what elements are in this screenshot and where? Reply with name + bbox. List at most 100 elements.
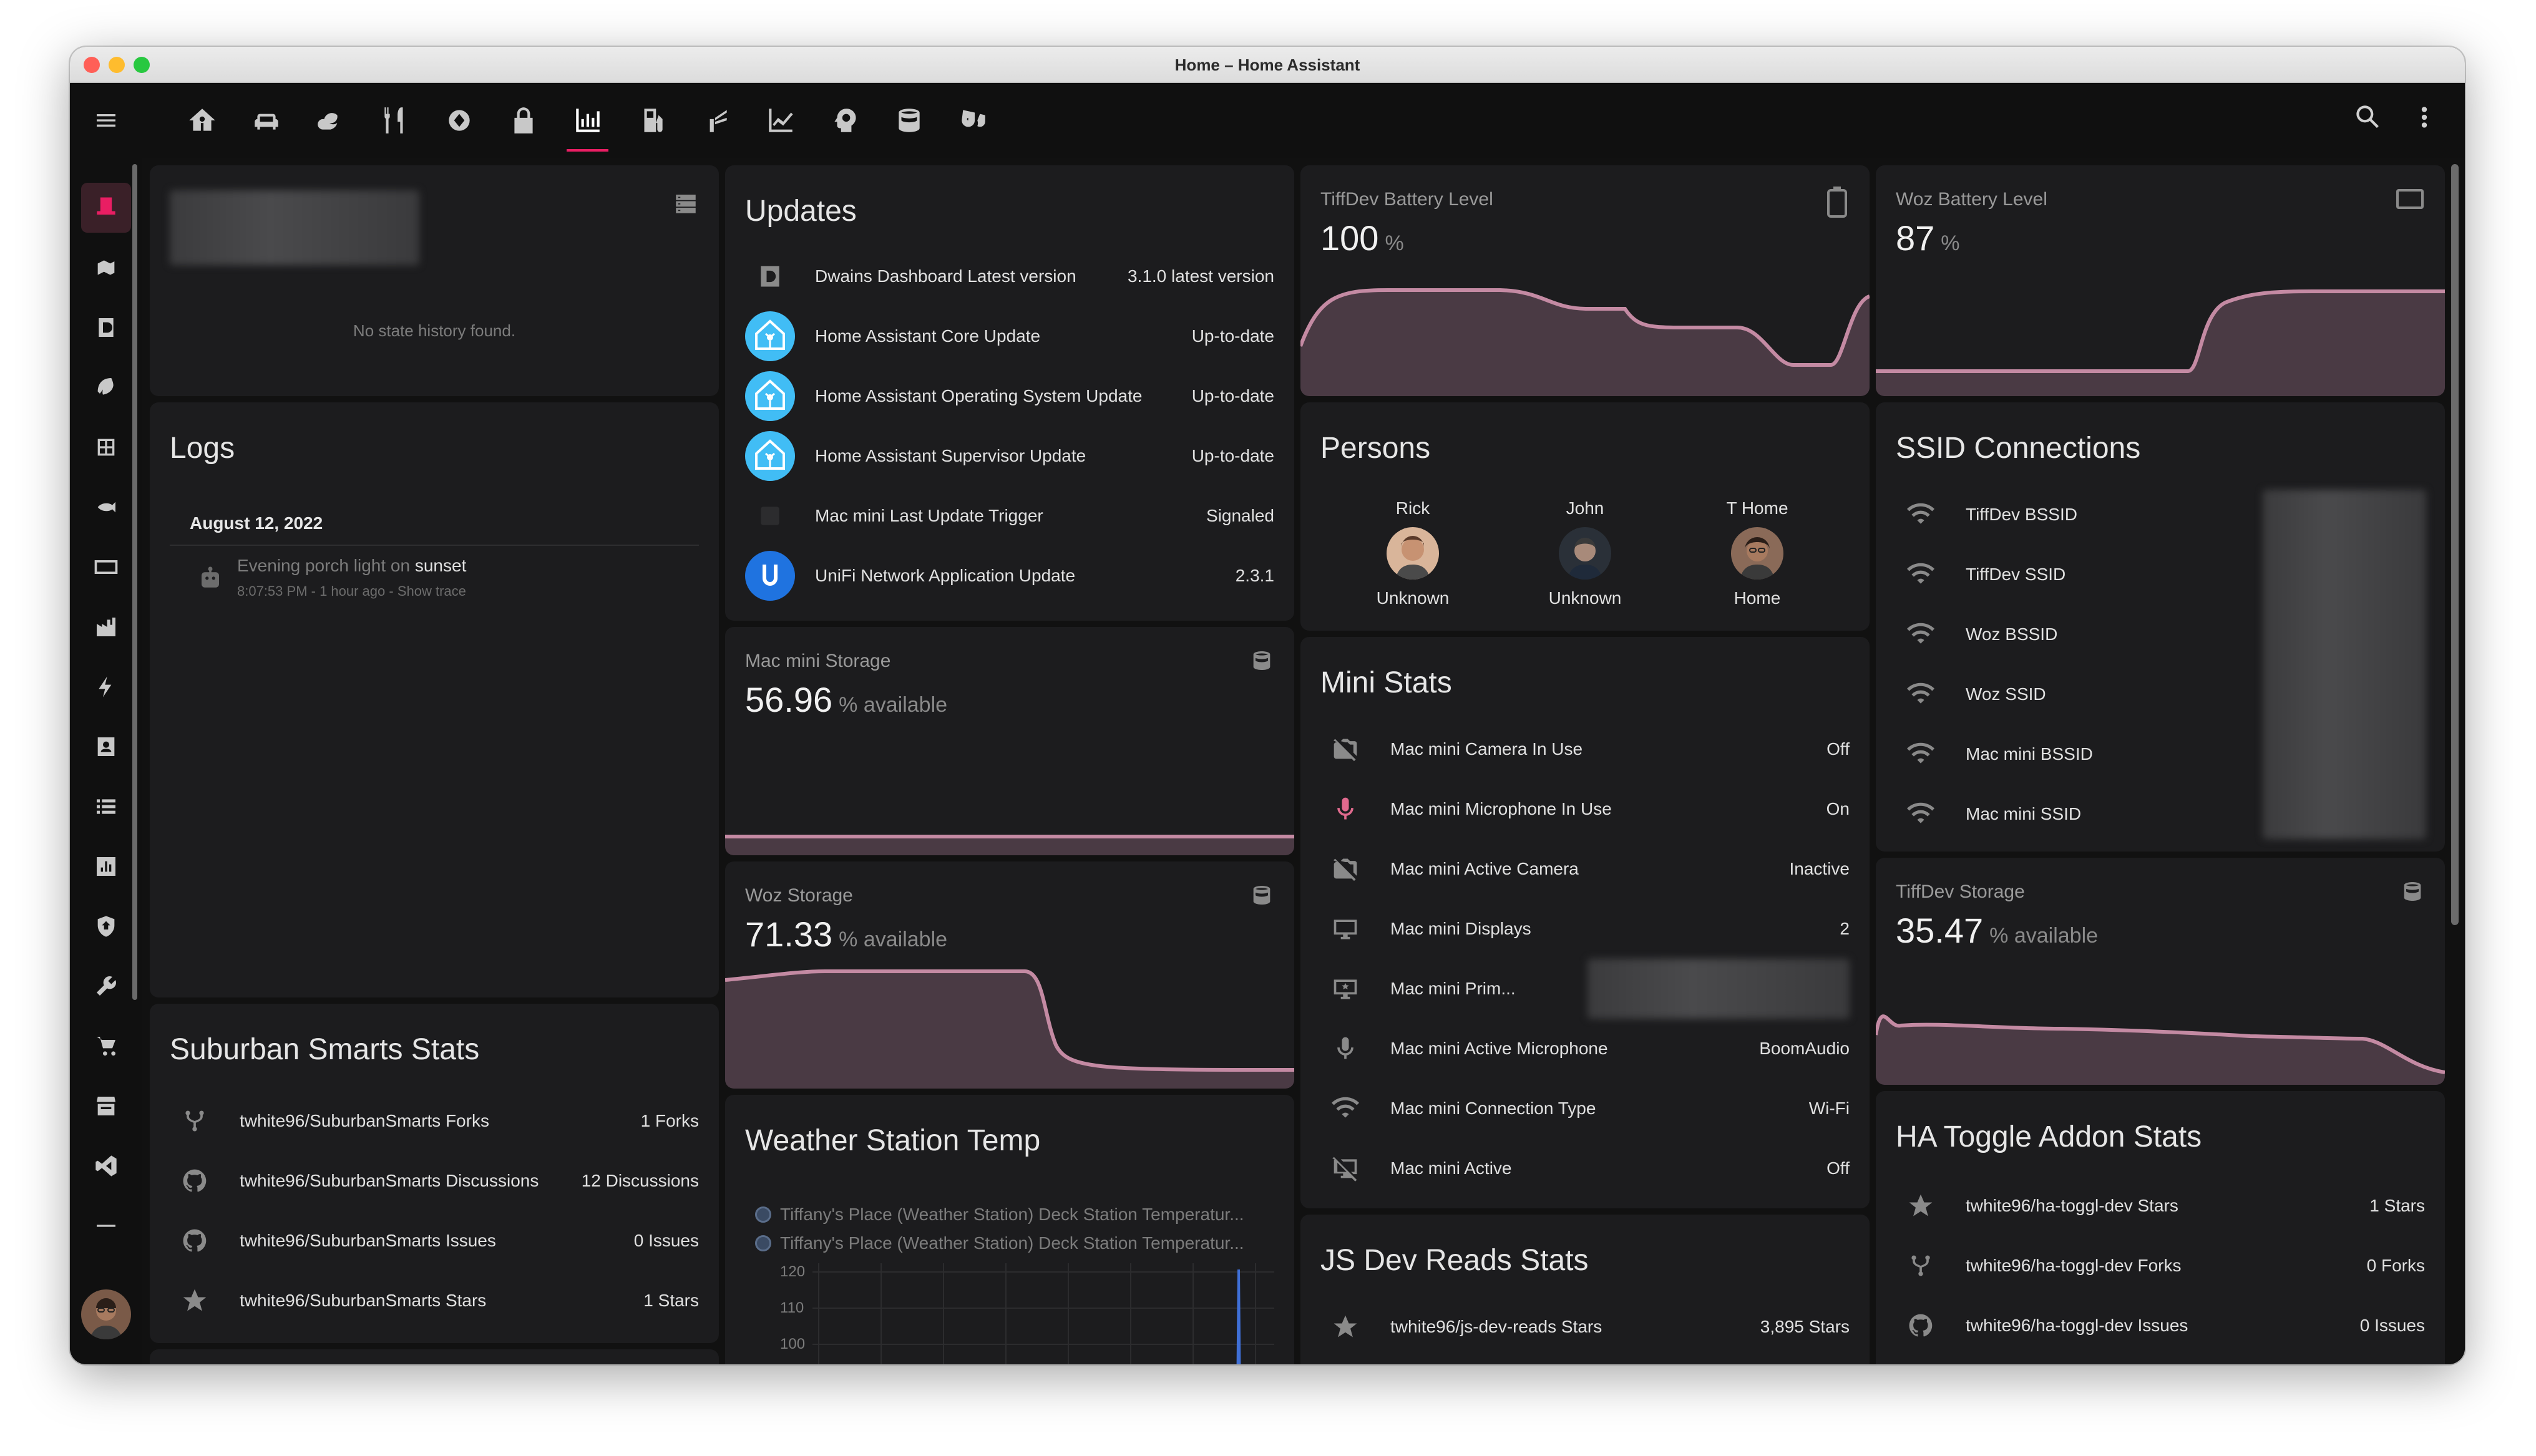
list-item-name: Mac mini SSID [1966,804,2082,823]
updates-title: Updates [745,195,857,228]
mac-storage-card[interactable]: Mac mini Storage 56.96% available [725,627,1294,855]
list-item[interactable]: Home Assistant Supervisor Update Up-to-d… [745,426,1274,486]
top-hat-icon[interactable] [81,183,131,233]
list-item[interactable]: Woz SSID [1896,664,2245,724]
list-item[interactable]: twhite96/SuburbanSmarts Forks 1 Forks [170,1091,699,1151]
menu-icon[interactable] [87,102,125,139]
chart-box-icon[interactable] [81,842,131,891]
list-item[interactable]: Mac mini Active Microphone BoomAudio [1320,1019,1850,1079]
cart-icon[interactable] [81,1021,131,1071]
list-item[interactable]: Mac mini Active Off [1320,1138,1850,1198]
log-entry[interactable]: Evening porch light on sunset [237,556,466,576]
list-item[interactable]: TiffDev BSSID [1896,485,2245,545]
leaf-icon[interactable] [81,362,131,412]
home-account-icon[interactable] [170,83,234,158]
lock-icon[interactable] [491,83,555,158]
database-icon[interactable] [877,83,941,158]
list-item-value: Off [1826,739,1850,759]
list-item-value: Up-to-date [1191,326,1274,346]
hacs-store-icon[interactable] [81,1081,131,1131]
list-item-name: Mac mini Active [1390,1158,1512,1178]
woz-storage-card[interactable]: Woz Storage 71.33 % available [725,861,1294,1089]
main-scrollbar[interactable] [2451,164,2459,925]
list-item[interactable]: Mac mini Prim... [1320,959,1850,1019]
sensor-graph [1876,289,2445,396]
title-bar: Home – Home Assistant [70,47,2465,83]
dashboard-icon[interactable] [81,303,131,352]
head-cog-icon[interactable] [812,83,877,158]
vscode-icon[interactable] [81,1141,131,1191]
list-item[interactable]: Mac mini Active Camera Inactive [1320,839,1850,899]
chart-bar-icon[interactable] [555,83,620,158]
gas-pump-icon[interactable] [620,83,684,158]
map-marker-icon[interactable] [81,243,131,293]
minus-icon[interactable] [81,1201,131,1251]
sensor-number: 71.33 [745,915,833,954]
list-item[interactable]: Woz BSSID [1896,604,2245,664]
contact-card-icon[interactable] [81,722,131,772]
tiffdev-battery-card[interactable]: TiffDev Battery Level 100% [1300,165,1870,396]
github-icon [170,1156,220,1206]
list-item[interactable]: Dwains Dashboard Latest version 3.1.0 la… [745,246,1274,306]
microphone-icon [1320,1024,1370,1074]
sidebar-scrollbar[interactable] [132,164,137,1000]
list-item[interactable]: Mac mini BSSID [1896,724,2245,784]
list-item-name: Mac mini Camera In Use [1390,739,1583,759]
sprinkler-icon[interactable] [684,83,748,158]
list-item-name: TiffDev BSSID [1966,505,2077,524]
window-title: Home – Home Assistant [1174,56,1360,74]
sofa-icon[interactable] [234,83,298,158]
list-item[interactable]: Home Assistant Operating System Update U… [745,366,1274,426]
list-item[interactable]: twhite96/SuburbanSmarts Issues 0 Issues [170,1211,699,1271]
list-item[interactable]: Mac mini Microphone In Use On [1320,779,1850,839]
list-icon[interactable] [81,782,131,832]
table-icon[interactable] [81,422,131,472]
microphone-icon [1320,784,1370,834]
wifi-icon [1896,789,1946,839]
factory-icon[interactable] [81,602,131,652]
list-item[interactable]: Mac mini Connection Type Wi-Fi [1320,1079,1850,1138]
washing-machine-icon[interactable] [427,83,491,158]
legend-item[interactable]: Tiffany's Place (Weather Station) Deck S… [755,1205,1244,1225]
woz-battery-card[interactable]: Woz Battery Level 87% [1876,165,2445,396]
list-item[interactable]: twhite96/SuburbanSmarts Stars 1 Stars [170,1271,699,1331]
lightning-icon[interactable] [81,662,131,712]
list-item[interactable]: twhite96/ha-toggl-dev Forks 0 Forks [1896,1236,2425,1296]
list-item[interactable]: twhite96/ha-toggl-dev Stars 1 Stars [1896,1176,2425,1236]
person-t-home[interactable]: T Home Home [1670,498,1845,608]
list-item[interactable]: Home Assistant Core Update Up-to-date [745,306,1274,366]
list-item[interactable]: twhite96/SuburbanSmarts Discussions 12 D… [170,1151,699,1211]
weather-night-icon[interactable] [298,83,363,158]
database-icon [1249,648,1274,676]
list-item[interactable]: Mac mini Camera In Use Off [1320,719,1850,779]
list-item[interactable]: Mac mini Displays 2 [1320,899,1850,959]
person-john[interactable]: John Unknown [1498,498,1672,608]
fish-icon[interactable] [81,482,131,532]
robot-icon [197,565,223,594]
wrench-icon[interactable] [81,961,131,1011]
wifi-icon [1320,1084,1370,1133]
list-item[interactable]: Mac mini Last Update Trigger Signaled [745,486,1274,546]
weather-title: Weather Station Temp [745,1124,1041,1157]
y-tick: 110 [780,1299,804,1316]
shield-home-icon[interactable] [81,901,131,951]
list-item[interactable]: Mac mini SSID [1896,784,2245,844]
list-item[interactable]: twhite96/js-dev-reads Stars 3,895 Stars [1320,1297,1850,1357]
list-item[interactable]: TiffDev SSID [1896,545,2245,604]
person-state: Unknown [1376,588,1450,608]
avatar[interactable] [81,1289,131,1339]
search-icon[interactable] [2353,102,2384,136]
list-item-name: TiffDev SSID [1966,565,2066,584]
dots-vertical-icon[interactable] [2409,102,2440,136]
rectangle-icon[interactable] [81,542,131,592]
list-item[interactable]: twhite96/ha-toggl-dev Issues 0 Issues [1896,1296,2425,1356]
drama-masks-icon[interactable] [941,83,1005,158]
log-entry-meta[interactable]: 8:07:53 PM - 1 hour ago - Show trace [237,583,466,599]
person-rick[interactable]: Rick Unknown [1325,498,1500,608]
legend-item[interactable]: Tiffany's Place (Weather Station) Deck S… [755,1233,1244,1253]
tiffdev-storage-card[interactable]: TiffDev Storage 35.47% available [1876,858,2445,1085]
list-item[interactable]: UniFi Network Application Update 2.3.1 [745,546,1274,606]
silverware-icon[interactable] [363,83,427,158]
chart-line-icon[interactable] [748,83,812,158]
log-entry-text: Evening porch light on [237,556,411,575]
